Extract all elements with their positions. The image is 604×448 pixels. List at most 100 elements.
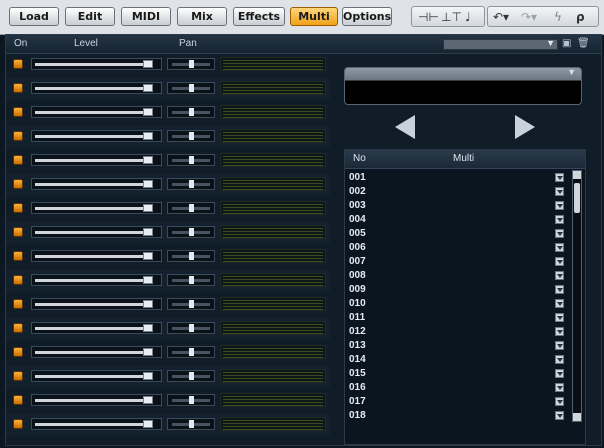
list-item[interactable]: 009 <box>345 283 569 297</box>
level-fader[interactable] <box>31 130 162 142</box>
chevron-down-icon[interactable] <box>555 313 564 322</box>
level-fader-knob[interactable] <box>143 420 153 428</box>
pan-slider-knob[interactable] <box>189 372 194 380</box>
redo-icon[interactable]: ↷▾ <box>521 10 537 24</box>
pan-slider[interactable] <box>167 250 215 262</box>
chevron-down-icon[interactable] <box>555 411 564 420</box>
list-item[interactable]: 018 <box>345 409 569 423</box>
tab-midi[interactable]: MIDI <box>121 7 171 26</box>
level-fader[interactable] <box>31 154 162 166</box>
pan-slider-knob[interactable] <box>189 84 194 92</box>
pan-slider-knob[interactable] <box>189 348 194 356</box>
tab-effects[interactable]: Effects <box>233 7 285 26</box>
pan-slider-knob[interactable] <box>189 252 194 260</box>
pan-slider[interactable] <box>167 202 215 214</box>
tab-options[interactable]: Options <box>342 7 392 26</box>
channel-on-toggle[interactable] <box>13 59 23 69</box>
pan-slider[interactable] <box>167 106 215 118</box>
chevron-down-icon[interactable] <box>555 229 564 238</box>
next-arrow-icon[interactable] <box>515 115 535 139</box>
list-item[interactable]: 017 <box>345 395 569 409</box>
chevron-down-icon[interactable] <box>555 341 564 350</box>
trash-icon[interactable]: 🗑 <box>577 38 590 49</box>
split-icon[interactable]: ⊣⊢ <box>418 10 439 24</box>
chevron-down-icon[interactable] <box>555 369 564 378</box>
level-fader-knob[interactable] <box>143 396 153 404</box>
list-item[interactable]: 002 <box>345 185 569 199</box>
level-fader-knob[interactable] <box>143 60 153 68</box>
pan-slider[interactable] <box>167 394 215 406</box>
pan-slider[interactable] <box>167 154 215 166</box>
level-fader-knob[interactable] <box>143 108 153 116</box>
level-fader-knob[interactable] <box>143 180 153 188</box>
list-item[interactable]: 007 <box>345 255 569 269</box>
level-fader[interactable] <box>31 178 162 190</box>
pan-slider[interactable] <box>167 346 215 358</box>
pan-slider[interactable] <box>167 298 215 310</box>
level-fader-knob[interactable] <box>143 372 153 380</box>
pan-slider[interactable] <box>167 130 215 142</box>
pan-slider-knob[interactable] <box>189 180 194 188</box>
channel-on-toggle[interactable] <box>13 107 23 117</box>
chevron-down-icon[interactable] <box>555 355 564 364</box>
chevron-down-icon[interactable] <box>555 397 564 406</box>
chevron-down-icon[interactable] <box>555 173 564 182</box>
chevron-down-icon[interactable] <box>555 327 564 336</box>
pan-slider-knob[interactable] <box>189 228 194 236</box>
list-item[interactable]: 013 <box>345 339 569 353</box>
pan-slider-knob[interactable] <box>189 420 194 428</box>
level-fader[interactable] <box>31 82 162 94</box>
scroll-down-icon[interactable] <box>573 413 581 421</box>
tab-load[interactable]: Load <box>9 7 59 26</box>
level-fader-knob[interactable] <box>143 204 153 212</box>
pan-slider[interactable] <box>167 178 215 190</box>
preset-dropdown[interactable]: ▼ <box>443 38 558 50</box>
level-fader-knob[interactable] <box>143 276 153 284</box>
scroll-up-icon[interactable] <box>573 171 581 179</box>
pan-slider[interactable] <box>167 322 215 334</box>
list-item[interactable]: 015 <box>345 367 569 381</box>
level-fader-knob[interactable] <box>143 132 153 140</box>
channel-on-toggle[interactable] <box>13 227 23 237</box>
level-fader[interactable] <box>31 346 162 358</box>
channel-on-toggle[interactable] <box>13 203 23 213</box>
tab-multi[interactable]: Multi <box>290 7 338 26</box>
pan-slider-knob[interactable] <box>189 108 194 116</box>
multi-selector[interactable]: ▼ <box>344 67 582 105</box>
level-fader[interactable] <box>31 226 162 238</box>
channel-on-toggle[interactable] <box>13 395 23 405</box>
level-fader-knob[interactable] <box>143 156 153 164</box>
channel-on-toggle[interactable] <box>13 419 23 429</box>
level-fader[interactable] <box>31 202 162 214</box>
channel-on-toggle[interactable] <box>13 299 23 309</box>
pan-slider-knob[interactable] <box>189 132 194 140</box>
chevron-down-icon[interactable] <box>555 271 564 280</box>
flash-icon[interactable]: ϟ <box>554 10 562 24</box>
level-fader-knob[interactable] <box>143 84 153 92</box>
list-item[interactable]: 014 <box>345 353 569 367</box>
pin-icon[interactable]: ρ <box>576 10 585 24</box>
chevron-down-icon[interactable] <box>555 257 564 266</box>
channel-on-toggle[interactable] <box>13 323 23 333</box>
list-item[interactable]: 005 <box>345 227 569 241</box>
channel-on-toggle[interactable] <box>13 275 23 285</box>
pan-slider[interactable] <box>167 58 215 70</box>
list-item[interactable]: 012 <box>345 325 569 339</box>
pan-slider-knob[interactable] <box>189 156 194 164</box>
channel-on-toggle[interactable] <box>13 251 23 261</box>
list-item[interactable]: 016 <box>345 381 569 395</box>
pan-slider[interactable] <box>167 274 215 286</box>
chevron-down-icon[interactable] <box>555 299 564 308</box>
level-fader[interactable] <box>31 322 162 334</box>
list-item[interactable]: 004 <box>345 213 569 227</box>
pan-slider[interactable] <box>167 226 215 238</box>
level-fader[interactable] <box>31 106 162 118</box>
tab-mix[interactable]: Mix <box>177 7 227 26</box>
channel-on-toggle[interactable] <box>13 347 23 357</box>
pan-slider-knob[interactable] <box>189 276 194 284</box>
level-fader-knob[interactable] <box>143 348 153 356</box>
level-fader[interactable] <box>31 274 162 286</box>
level-fader[interactable] <box>31 394 162 406</box>
save-icon[interactable]: ▣ <box>562 38 571 49</box>
level-fader-knob[interactable] <box>143 228 153 236</box>
